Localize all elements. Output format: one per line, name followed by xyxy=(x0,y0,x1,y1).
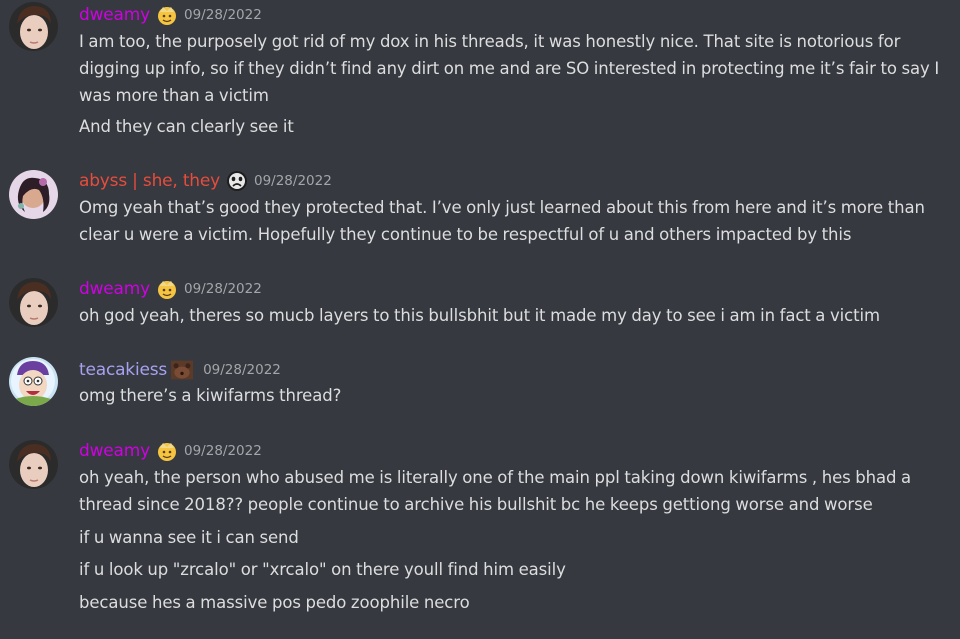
message-text: if u look up "zrcalo" or "xrcalo" on the… xyxy=(79,560,566,579)
message-text: if u wanna see it i can send xyxy=(79,528,299,547)
author-name[interactable]: dweamy xyxy=(79,279,150,299)
message-text: oh yeah, the person who abused me is lit… xyxy=(79,468,912,514)
timestamp: 09/28/2022 xyxy=(253,173,332,189)
message-list: dweamy 09/28/2022 I am too, the purposel… xyxy=(0,0,960,639)
avatar[interactable] xyxy=(9,2,58,51)
timestamp: 09/28/2022 xyxy=(184,443,262,459)
message-text: I am too, the purposely got rid of my do… xyxy=(79,32,940,105)
crown-food-icon xyxy=(156,440,178,462)
crown-food-icon xyxy=(156,4,178,26)
avatar[interactable] xyxy=(9,170,58,219)
author-name[interactable]: dweamy xyxy=(79,441,150,461)
crown-food-icon xyxy=(156,278,178,300)
message-text: because hes a massive pos pedo zoophile … xyxy=(79,593,470,612)
message-header: dweamy 09/28/2022 xyxy=(79,276,262,302)
message-text: And they can clearly see it xyxy=(79,117,294,136)
author-name[interactable]: abyss | she, they xyxy=(79,171,220,191)
message-header: dweamy 09/28/2022 xyxy=(79,2,262,28)
avatar[interactable] xyxy=(9,440,58,489)
timestamp: 09/28/2022 xyxy=(184,281,262,297)
message-text: omg there’s a kiwifarms thread? xyxy=(79,386,342,405)
timestamp: 09/28/2022 xyxy=(203,362,281,378)
author-name[interactable]: dweamy xyxy=(79,5,150,25)
avatar[interactable] xyxy=(9,278,58,327)
message-text: oh god yeah, theres so mucb layers to th… xyxy=(79,306,880,325)
crying-face-icon xyxy=(226,170,248,192)
avatar[interactable] xyxy=(9,357,58,406)
message-header: teacakiess 09/28/2022 xyxy=(79,357,281,383)
message-header: abyss | she, they 09/28/2022 xyxy=(79,168,332,194)
timestamp: 09/28/2022 xyxy=(184,7,262,23)
bear-icon xyxy=(171,359,197,381)
author-name[interactable]: teacakiess xyxy=(79,360,167,380)
message-text: Omg yeah that’s good they protected that… xyxy=(79,198,925,244)
message-header: dweamy 09/28/2022 xyxy=(79,438,262,464)
